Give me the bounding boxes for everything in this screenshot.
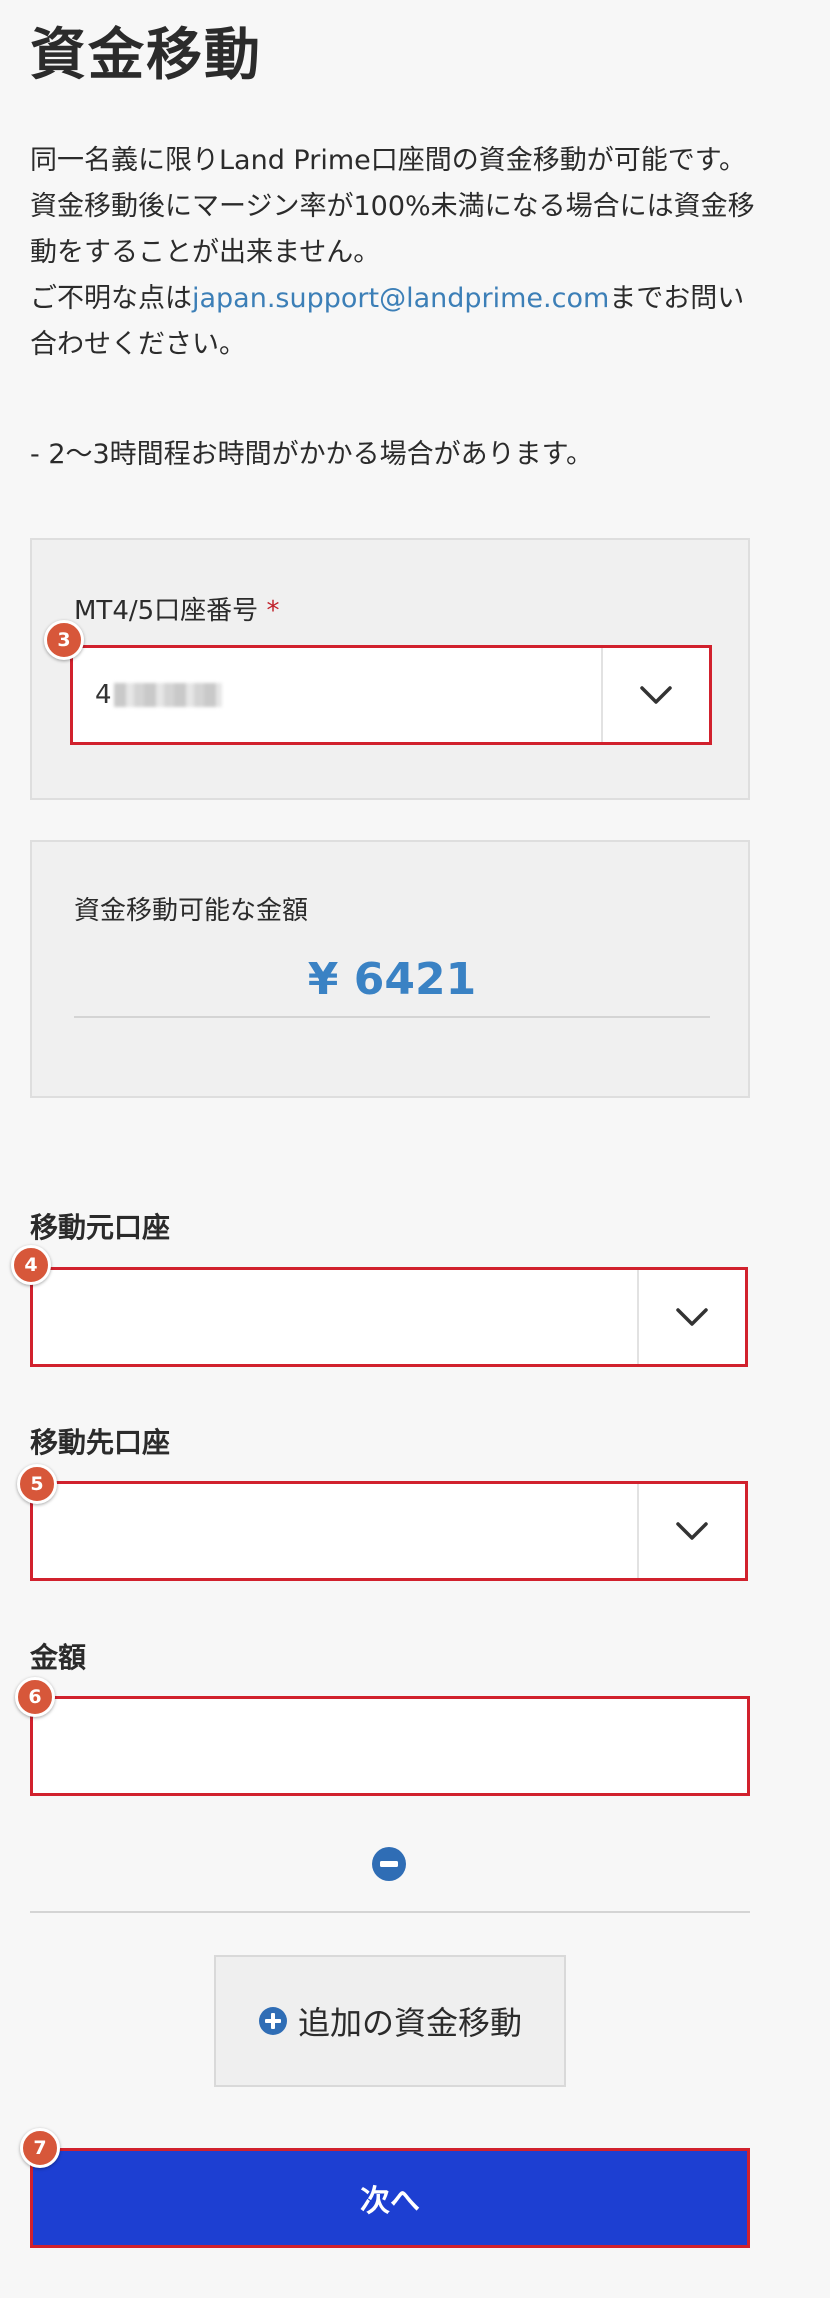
account-number-select-value: 4	[73, 648, 601, 742]
section-divider	[30, 1911, 750, 1913]
intro-line-1: 同一名義に限りLand Prime口座間の資金移動が可能です。	[30, 145, 747, 176]
intro-line-3-prefix: ご不明な点は	[30, 283, 192, 314]
required-mark: *	[266, 596, 280, 626]
intro-line-3: ご不明な点はjapan.support@landprime.comまでお問い合わ…	[30, 276, 760, 368]
to-account-label: 移動先口座	[30, 1426, 171, 1459]
available-amount-panel: 資金移動可能な金額 ¥ 6421	[30, 840, 750, 1098]
to-account-select-value	[33, 1484, 637, 1578]
from-account-select-caret[interactable]	[637, 1270, 745, 1364]
intro-line-2: 資金移動後にマージン率が100%未満になる場合には資金移動をすることが出来ません…	[30, 191, 755, 268]
support-email-link[interactable]: japan.support@landprime.com	[192, 283, 609, 314]
redacted-account-digits	[113, 683, 222, 707]
processing-time-note: - 2〜3時間程お時間がかかる場合があります。	[30, 439, 593, 470]
chevron-down-icon	[676, 1308, 708, 1326]
add-transfer-button[interactable]: 追加の資金移動	[214, 1955, 566, 2087]
account-number-select[interactable]: 4	[70, 645, 712, 745]
account-number-select-caret[interactable]	[601, 648, 709, 742]
next-button[interactable]: 次へ	[30, 2148, 750, 2248]
plus-circle-icon	[258, 2007, 287, 2035]
account-number-label-text: MT4/5口座番号	[74, 596, 259, 626]
available-amount-underline	[74, 1016, 710, 1018]
page-title: 資金移動	[30, 23, 262, 88]
amount-input[interactable]	[30, 1696, 750, 1796]
to-account-select-caret[interactable]	[637, 1484, 745, 1578]
to-account-select[interactable]	[30, 1481, 748, 1581]
chevron-down-icon	[676, 1522, 708, 1540]
intro-text: 同一名義に限りLand Prime口座間の資金移動が可能です。 資金移動後にマー…	[30, 138, 760, 368]
from-account-select[interactable]	[30, 1267, 748, 1367]
chevron-down-icon	[640, 686, 672, 704]
remove-transfer-button[interactable]	[371, 1846, 407, 1882]
amount-label: 金額	[30, 1641, 87, 1674]
minus-circle-icon	[372, 1847, 406, 1881]
step-badge-3: 3	[44, 620, 84, 660]
available-amount-label: 資金移動可能な金額	[74, 896, 309, 926]
account-number-label: MT4/5口座番号 *	[74, 590, 279, 627]
account-number-visible-digit: 4	[95, 680, 112, 710]
add-transfer-label: 追加の資金移動	[297, 2004, 522, 2042]
step-badge-5: 5	[17, 1464, 57, 1504]
step-badge-7: 7	[20, 2128, 60, 2168]
step-badge-6: 6	[15, 1677, 55, 1717]
step-badge-4: 4	[11, 1245, 51, 1285]
next-button-label: 次へ	[360, 2184, 420, 2219]
from-account-label: 移動元口座	[30, 1211, 171, 1244]
from-account-select-value	[33, 1270, 637, 1364]
available-amount-value: ¥ 6421	[307, 954, 477, 1005]
account-number-panel: MT4/5口座番号 * 4	[30, 538, 750, 800]
